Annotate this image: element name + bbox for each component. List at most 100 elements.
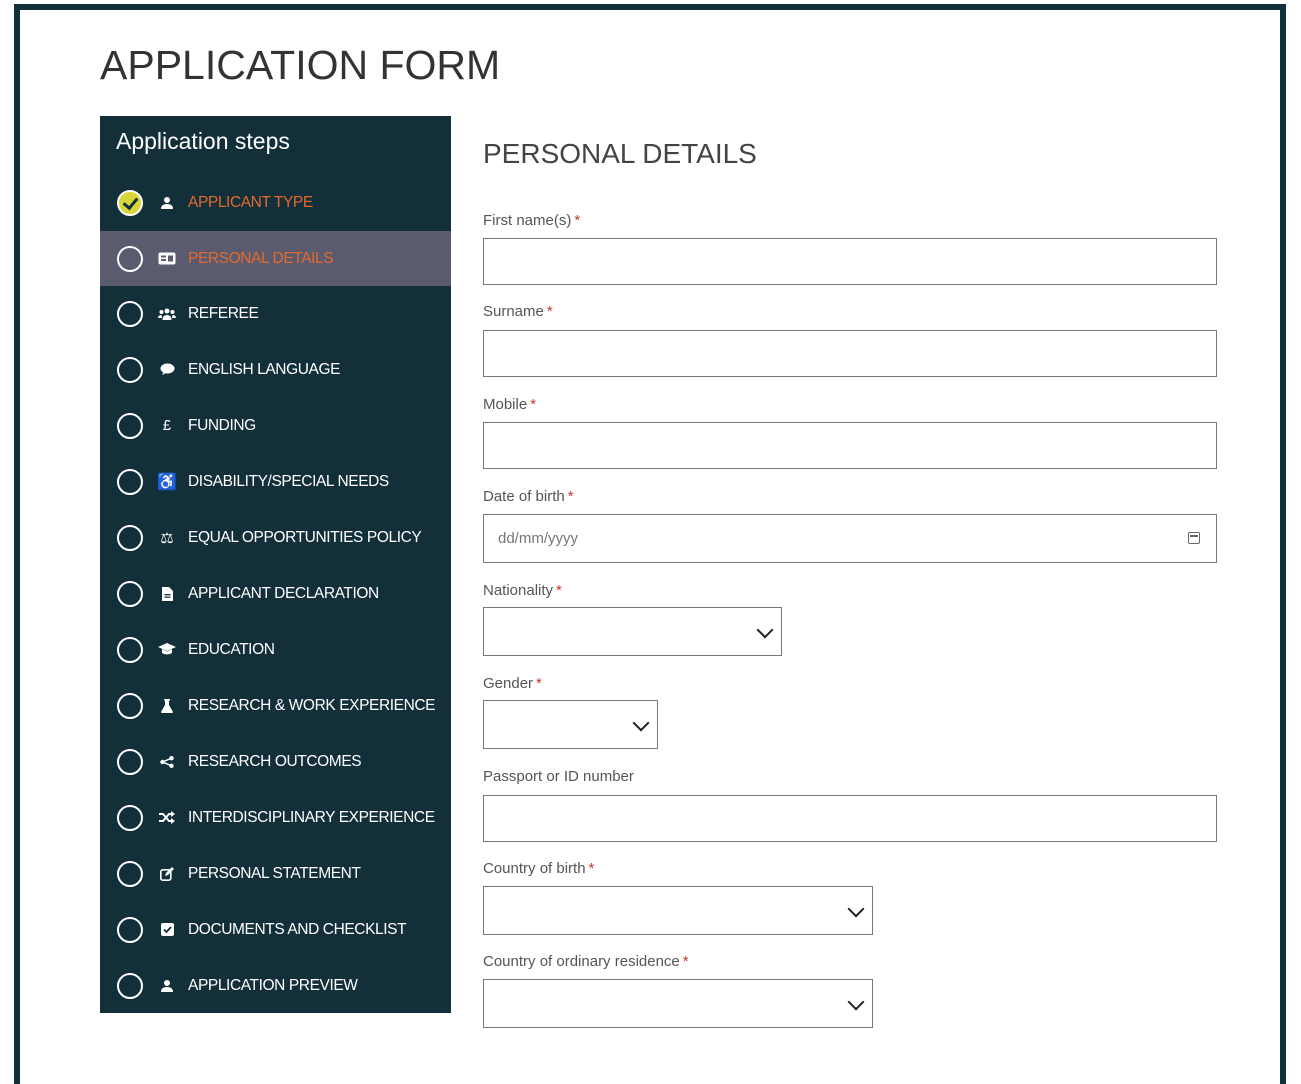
step-label: REFEREE (188, 304, 259, 322)
step-label: RESEARCH OUTCOMES (188, 752, 362, 770)
step-label: PERSONAL DETAILS (188, 249, 334, 267)
id-card-icon (157, 249, 177, 269)
step-status-circle-icon (117, 245, 143, 272)
required-marker: * (536, 675, 542, 692)
required-marker: * (588, 860, 595, 877)
section-title: PERSONAL DETAILS (483, 138, 757, 169)
user-icon (157, 976, 177, 996)
step-label: PERSONAL STATEMENT (188, 864, 361, 882)
step-status-circle-icon (117, 636, 143, 663)
graduation-cap-icon (157, 640, 177, 660)
chevron-down-icon (847, 993, 865, 1011)
date-placeholder: dd/mm/yyyy (498, 530, 579, 547)
passport-label: Passport or ID number (483, 768, 634, 785)
mobile-input[interactable] (483, 422, 1217, 469)
step-status-circle-icon (117, 580, 143, 607)
first-name-input[interactable] (483, 238, 1217, 285)
required-marker: * (682, 953, 689, 970)
chevron-down-icon (632, 714, 650, 732)
label-text: Date of birth (483, 488, 565, 505)
label-text: Nationality (483, 582, 554, 599)
chevron-down-icon (756, 621, 774, 639)
step-referee[interactable]: REFEREE (100, 286, 451, 341)
mobile-label: Mobile * (483, 396, 536, 413)
edit-icon (157, 864, 177, 884)
label-text: Mobile (483, 396, 528, 413)
step-status-circle-icon (117, 972, 143, 999)
required-marker: * (556, 582, 562, 599)
step-status-circle-icon (117, 524, 143, 551)
step-funding[interactable]: £ FUNDING (100, 398, 451, 453)
step-status-circle-icon (117, 748, 143, 775)
step-documents-checklist[interactable]: DOCUMENTS AND CHECKLIST (100, 902, 451, 957)
balance-scale-icon: ⚖ (160, 529, 174, 547)
share-icon (157, 752, 177, 772)
user-icon (157, 193, 177, 213)
step-label: EDUCATION (188, 640, 275, 658)
step-disability[interactable]: ♿ DISABILITY/SPECIAL NEEDS (100, 454, 451, 509)
country-of-birth-select[interactable] (483, 886, 873, 935)
step-label: APPLICANT DECLARATION (188, 584, 379, 602)
flask-icon (157, 696, 177, 716)
surname-label: Surname * (483, 303, 553, 320)
label-text: First name(s) (483, 212, 572, 229)
step-status-circle-icon (117, 804, 143, 831)
required-marker: * (530, 396, 537, 413)
step-label: INTERDISCIPLINARY EXPERIENCE (188, 808, 435, 826)
gender-label: Gender * (483, 675, 542, 692)
step-label: APPLICATION PREVIEW (188, 976, 358, 994)
step-application-preview[interactable]: APPLICATION PREVIEW (100, 958, 451, 1013)
label-text: Passport or ID number (483, 768, 634, 785)
step-research-work[interactable]: RESEARCH & WORK EXPERIENCE (100, 678, 451, 733)
step-status-circle-icon (117, 916, 143, 943)
nationality-select[interactable] (483, 607, 782, 656)
step-english-language[interactable]: ENGLISH LANGUAGE (100, 342, 451, 397)
application-steps-sidebar: Application steps APPLICANT TYPE PERSONA… (100, 116, 451, 1013)
step-education[interactable]: EDUCATION (100, 622, 451, 677)
required-marker: * (567, 488, 574, 505)
required-marker: * (546, 303, 553, 320)
step-label: DISABILITY/SPECIAL NEEDS (188, 472, 389, 490)
step-interdisciplinary[interactable]: INTERDISCIPLINARY EXPERIENCE (100, 790, 451, 845)
passport-input[interactable] (483, 795, 1217, 842)
step-label: EQUAL OPPORTUNITIES POLICY (188, 528, 422, 546)
country-of-residence-label: Country of ordinary residence * (483, 953, 689, 970)
required-marker: * (574, 212, 581, 229)
nationality-label: Nationality * (483, 582, 562, 599)
step-personal-statement[interactable]: PERSONAL STATEMENT (100, 846, 451, 901)
step-research-outcomes[interactable]: RESEARCH OUTCOMES (100, 734, 451, 789)
step-status-circle-icon (117, 412, 143, 439)
label-text: Country of birth (483, 860, 586, 877)
step-status-circle-icon (117, 356, 143, 383)
sidebar-heading: Application steps (116, 128, 290, 154)
dob-label: Date of birth * (483, 488, 574, 505)
country-of-birth-label: Country of birth * (483, 860, 594, 877)
step-label: DOCUMENTS AND CHECKLIST (188, 920, 407, 938)
users-icon (157, 304, 177, 324)
label-text: Gender (483, 675, 534, 692)
step-label: RESEARCH & WORK EXPERIENCE (188, 696, 436, 714)
step-applicant-type[interactable]: APPLICANT TYPE (100, 175, 451, 230)
gender-select[interactable] (483, 700, 658, 749)
step-personal-details[interactable]: PERSONAL DETAILS (100, 231, 451, 286)
label-text: Surname (483, 303, 544, 320)
first-name-label: First name(s) * (483, 212, 580, 229)
date-of-birth-input[interactable]: dd/mm/yyyy (483, 514, 1217, 563)
step-applicant-declaration[interactable]: APPLICANT DECLARATION (100, 566, 451, 621)
surname-input[interactable] (483, 330, 1217, 377)
file-icon (157, 584, 177, 604)
calendar-icon[interactable] (1188, 532, 1200, 544)
chevron-down-icon (847, 900, 865, 918)
step-status-circle-icon (117, 300, 143, 327)
step-status-circle-icon (117, 860, 143, 887)
shuffle-icon (157, 808, 177, 828)
page-title: APPLICATION FORM (100, 42, 501, 88)
step-status-circle-icon (117, 468, 143, 495)
step-label: ENGLISH LANGUAGE (188, 360, 341, 378)
pound-icon: £ (162, 417, 172, 434)
step-complete-check-icon (117, 189, 143, 216)
country-of-residence-select[interactable] (483, 979, 873, 1028)
step-equal-opportunities[interactable]: ⚖ EQUAL OPPORTUNITIES POLICY (100, 510, 451, 565)
wheelchair-icon: ♿ (157, 473, 177, 491)
step-label: APPLICANT TYPE (188, 193, 313, 211)
